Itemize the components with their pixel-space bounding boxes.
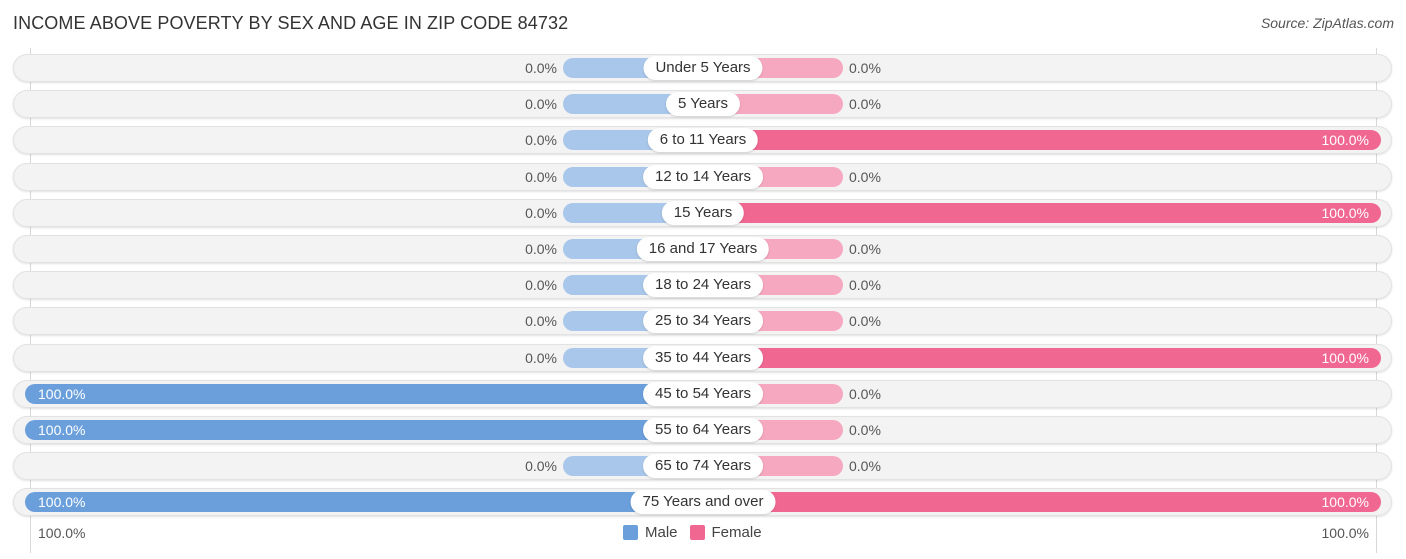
category-label: 65 to 74 Years: [643, 454, 763, 478]
male-value-label: 0.0%: [525, 169, 557, 185]
female-value-label: 0.0%: [849, 277, 881, 293]
left-axis-label: 100.0%: [38, 525, 86, 541]
female-value-label: 100.0%: [1321, 494, 1369, 510]
legend-item-male[interactable]: Male: [623, 524, 678, 541]
male-value-label: 0.0%: [525, 313, 557, 329]
male-value-label: 0.0%: [525, 205, 557, 221]
category-label: 25 to 34 Years: [643, 309, 763, 333]
female-value-label: 0.0%: [849, 386, 881, 402]
female-value-label: 0.0%: [849, 241, 881, 257]
male-value-label: 0.0%: [525, 277, 557, 293]
female-value-label: 100.0%: [1321, 205, 1369, 221]
male-bar[interactable]: [25, 384, 703, 404]
male-value-label: 100.0%: [38, 386, 86, 402]
category-label: 5 Years: [665, 92, 741, 116]
female-value-label: 0.0%: [849, 422, 881, 438]
legend-label-female: Female: [711, 524, 762, 541]
category-label: 6 to 11 Years: [647, 128, 759, 152]
male-swatch: [623, 525, 638, 540]
female-bar[interactable]: [703, 203, 1381, 223]
male-bar[interactable]: [25, 420, 703, 440]
female-value-label: 100.0%: [1321, 350, 1369, 366]
category-label: 55 to 64 Years: [643, 418, 763, 442]
legend-label-male: Male: [645, 524, 678, 541]
male-value-label: 100.0%: [38, 422, 86, 438]
category-label: 18 to 24 Years: [643, 273, 763, 297]
category-label: 35 to 44 Years: [643, 346, 763, 370]
female-value-label: 0.0%: [849, 60, 881, 76]
male-bar[interactable]: [25, 492, 703, 512]
legend: Male Female: [623, 524, 774, 541]
male-value-label: 0.0%: [525, 458, 557, 474]
category-label: 12 to 14 Years: [643, 165, 763, 189]
female-value-label: 0.0%: [849, 313, 881, 329]
category-label: 75 Years and over: [630, 490, 776, 514]
legend-item-female[interactable]: Female: [689, 524, 762, 541]
chart-area: 0.0% 0.0% Under 5 Years 0.0% 0.0% 5 Years 0.0%…: [0, 0, 1406, 559]
male-value-label: 100.0%: [38, 494, 86, 510]
male-value-label: 0.0%: [525, 241, 557, 257]
male-value-label: 0.0%: [525, 350, 557, 366]
category-label: 16 and 17 Years: [636, 237, 770, 261]
female-value-label: 100.0%: [1321, 132, 1369, 148]
category-label: 45 to 54 Years: [643, 382, 763, 406]
female-bar[interactable]: [703, 492, 1381, 512]
female-bar[interactable]: [703, 130, 1381, 150]
male-value-label: 0.0%: [525, 60, 557, 76]
female-swatch: [689, 525, 705, 540]
right-axis-label: 100.0%: [1321, 525, 1369, 541]
category-label: Under 5 Years: [643, 56, 763, 80]
female-value-label: 0.0%: [849, 96, 881, 112]
female-value-label: 0.0%: [849, 169, 881, 185]
female-bar[interactable]: [703, 348, 1381, 368]
male-value-label: 0.0%: [525, 96, 557, 112]
male-value-label: 0.0%: [525, 132, 557, 148]
female-value-label: 0.0%: [849, 458, 881, 474]
category-label: 15 Years: [661, 201, 745, 225]
